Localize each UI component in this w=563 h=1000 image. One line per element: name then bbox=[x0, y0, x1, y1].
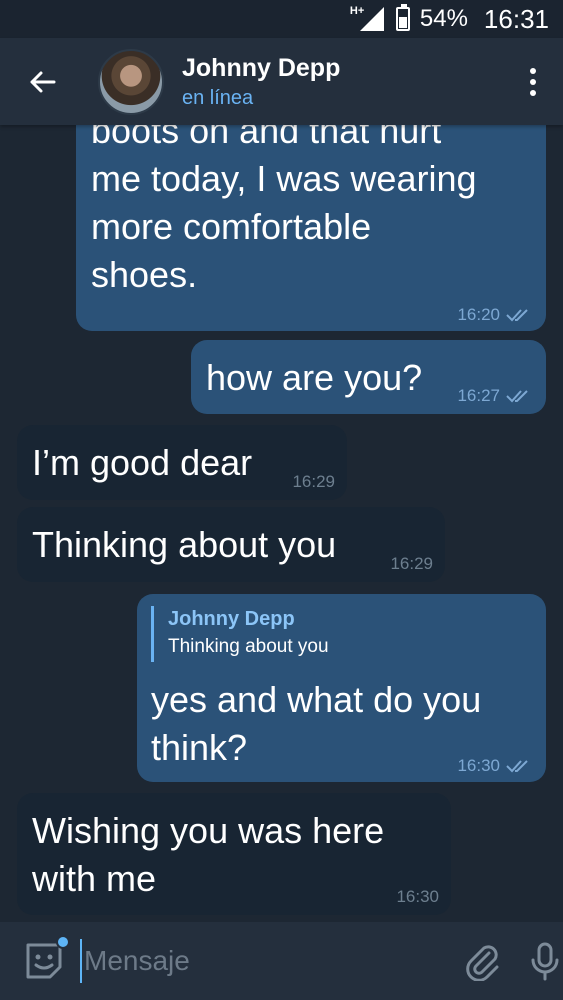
reply-quoted-text: Thinking about you bbox=[168, 636, 329, 657]
message-text: I’m good dear bbox=[32, 442, 253, 483]
message-time: 16:30 bbox=[396, 887, 439, 906]
message-meta: 16:30 bbox=[457, 756, 532, 776]
reply-preview[interactable]: Johnny Depp Thinking about you bbox=[151, 606, 329, 662]
message-time: 16:30 bbox=[457, 756, 500, 775]
message-meta: 16:29 bbox=[292, 472, 335, 492]
avatar[interactable] bbox=[98, 48, 164, 115]
message-input-bar bbox=[0, 922, 563, 1000]
message-meta: 16:20 bbox=[457, 305, 532, 325]
status-bar: H+ 54% 16:31 bbox=[0, 0, 563, 38]
battery-icon bbox=[395, 4, 410, 31]
back-button[interactable] bbox=[12, 52, 72, 112]
message-bubble-outgoing[interactable]: boots on and that hurt me today, I was w… bbox=[76, 125, 546, 331]
message-bubble-outgoing[interactable]: how are you? 16:27 bbox=[191, 340, 546, 414]
clock: 16:31 bbox=[483, 3, 549, 34]
double-check-icon bbox=[506, 760, 528, 773]
message-text: boots on and that hurt me today, I was w… bbox=[91, 125, 477, 295]
message-time: 16:20 bbox=[457, 305, 500, 324]
message-text: Thinking about you bbox=[32, 524, 337, 565]
message-bubble-incoming[interactable]: Thinking about you 16:29 bbox=[17, 507, 445, 582]
attach-button[interactable] bbox=[465, 939, 501, 983]
paperclip-icon bbox=[466, 945, 499, 981]
message-meta: 16:27 bbox=[457, 386, 532, 406]
message-meta: 16:29 bbox=[390, 554, 433, 574]
double-check-icon bbox=[506, 309, 528, 322]
battery-percent: 54% bbox=[419, 5, 468, 32]
message-bubble-incoming[interactable]: I’m good dear 16:29 bbox=[17, 425, 347, 500]
message-text: yes and what do you think? bbox=[151, 679, 482, 768]
message-bubble-incoming[interactable]: Wishing you was here with me 16:30 bbox=[17, 793, 451, 915]
more-dots-icon bbox=[530, 67, 536, 74]
signal-icon: H+ bbox=[350, 5, 386, 33]
voice-message-button[interactable] bbox=[527, 939, 563, 983]
message-text: Wishing you was here with me bbox=[32, 810, 385, 899]
microphone-icon bbox=[531, 942, 559, 981]
back-arrow-icon bbox=[30, 71, 56, 92]
contact-info[interactable]: Johnny Depp en línea bbox=[182, 54, 340, 110]
chat-header: Johnny Depp en línea bbox=[0, 38, 563, 125]
emoji-sticker-button[interactable] bbox=[22, 935, 70, 983]
network-type: H+ bbox=[349, 5, 365, 17]
message-time: 16:29 bbox=[292, 472, 335, 491]
message-time: 16:29 bbox=[390, 554, 433, 573]
message-bubble-outgoing[interactable]: Johnny Depp Thinking about you yes and w… bbox=[137, 594, 546, 782]
double-check-icon bbox=[506, 390, 528, 403]
contact-name: Johnny Depp bbox=[182, 53, 341, 82]
notification-dot bbox=[56, 935, 70, 949]
message-text: how are you? bbox=[206, 357, 423, 398]
message-input[interactable] bbox=[80, 939, 445, 983]
message-list[interactable]: boots on and that hurt me today, I was w… bbox=[0, 125, 563, 922]
message-meta: 16:30 bbox=[396, 887, 439, 907]
contact-status: en línea bbox=[182, 86, 254, 109]
message-time: 16:27 bbox=[457, 386, 500, 405]
more-options-button[interactable] bbox=[523, 62, 543, 102]
reply-sender-name: Johnny Depp bbox=[168, 608, 295, 630]
